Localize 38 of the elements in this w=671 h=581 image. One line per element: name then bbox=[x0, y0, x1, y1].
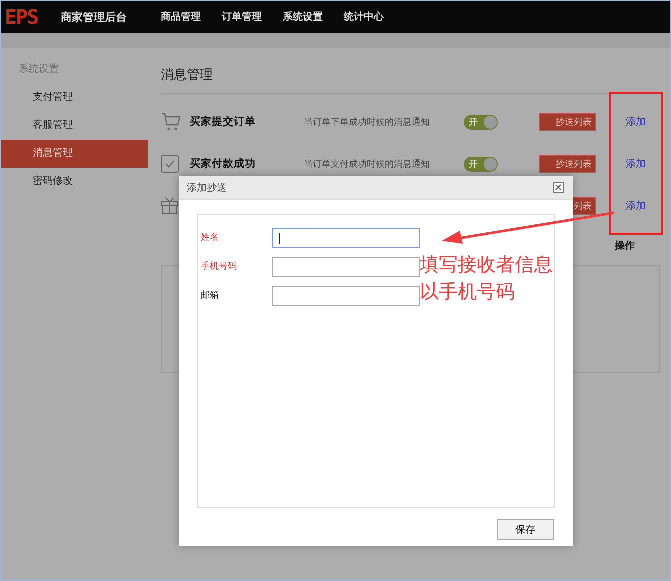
field-label: 邮箱 bbox=[200, 290, 220, 302]
add-link[interactable]: 添加 bbox=[626, 157, 646, 171]
cc-list-button[interactable]: 抄送列表 bbox=[539, 113, 596, 131]
input-field[interactable] bbox=[272, 286, 420, 306]
event-name: 买家提交订单 bbox=[190, 115, 257, 129]
input-field[interactable] bbox=[272, 228, 420, 248]
field-label: 姓名 bbox=[200, 232, 220, 244]
field-label: 手机号码 bbox=[200, 260, 238, 273]
sidebar-item[interactable]: 支付管理 bbox=[1, 84, 148, 112]
event-name: 买家付款成功 bbox=[190, 157, 257, 171]
sidebar-heading: 系统设置 bbox=[18, 62, 60, 77]
nav-item[interactable]: 商品管理 bbox=[161, 10, 201, 24]
column-header: 操作 bbox=[615, 240, 636, 253]
sidebar-item[interactable]: 密码修改 bbox=[1, 168, 148, 196]
toggle-switch[interactable]: 开 bbox=[464, 114, 498, 130]
sidebar-item[interactable]: 客服管理 bbox=[1, 112, 148, 140]
cc-list-button[interactable]: 抄送列表 bbox=[539, 155, 596, 173]
page-title: 消息管理 bbox=[161, 67, 214, 84]
event-description: 当订单下单成功时候的消息通知 bbox=[304, 116, 431, 128]
event-description: 当订单支付成功时候的消息通知 bbox=[304, 158, 431, 170]
dialog-title: 添加抄送 bbox=[187, 182, 227, 194]
add-link[interactable]: 添加 bbox=[626, 115, 646, 129]
checkbox-icon bbox=[161, 155, 179, 173]
sidebar-item[interactable]: 消息管理 bbox=[1, 140, 148, 168]
logo: EPS bbox=[5, 6, 40, 28]
nav-item[interactable]: 系统设置 bbox=[283, 10, 323, 24]
annotation-text: 填写接收者信息 bbox=[420, 253, 553, 278]
gift-icon bbox=[161, 197, 179, 215]
save-button[interactable]: 保存 bbox=[497, 519, 554, 540]
toggle-switch[interactable]: 开 bbox=[464, 156, 498, 172]
add-link[interactable]: 添加 bbox=[626, 199, 646, 213]
input-field[interactable] bbox=[272, 256, 420, 276]
app-title: 商家管理后台 bbox=[61, 10, 128, 24]
close-icon[interactable] bbox=[553, 182, 564, 193]
cart-icon bbox=[161, 112, 181, 132]
nav-item[interactable]: 统计中心 bbox=[344, 10, 384, 24]
annotation-text: 以手机号码 bbox=[420, 280, 516, 305]
nav-item[interactable]: 订单管理 bbox=[222, 10, 262, 24]
